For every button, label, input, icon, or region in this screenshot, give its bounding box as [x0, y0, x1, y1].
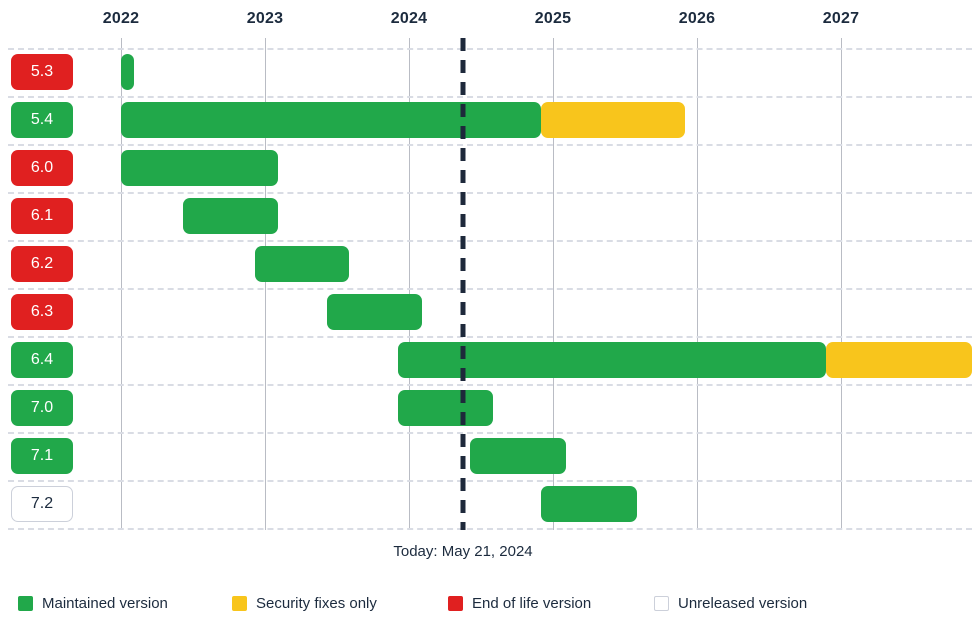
legend-item-eol[interactable]: End of life version [448, 592, 591, 614]
x-axis-tick-2027: 2027 [822, 10, 860, 27]
version-badge-6.1[interactable]: 6.1 [11, 198, 73, 234]
version-badge-6.4[interactable]: 6.4 [11, 342, 73, 378]
x-axis-tick-2025: 2025 [534, 10, 572, 27]
version-badge-7.1[interactable]: 7.1 [11, 438, 73, 474]
chart-legend: Maintained version Security fixes only End… [0, 592, 972, 622]
version-badge-7.0[interactable]: 7.0 [11, 390, 73, 426]
row-separator [8, 528, 972, 530]
legend-label: Unreleased version [678, 594, 808, 612]
timeline-row: 7.0 [0, 384, 972, 432]
legend-item-maintained[interactable]: Maintained version [18, 592, 168, 614]
legend-label: End of life version [472, 594, 592, 612]
timeline-row: 5.4 [0, 96, 972, 144]
x-axis-tick-2026: 2026 [678, 10, 716, 27]
version-badge-5.4[interactable]: 5.4 [11, 102, 73, 138]
version-badge-5.3[interactable]: 5.3 [11, 54, 73, 90]
x-axis-tick-2022: 2022 [102, 10, 140, 27]
timeline-bar-5.3-maintained[interactable] [121, 54, 134, 90]
timeline-row: 7.2 [0, 480, 972, 528]
timeline-row: 6.1 [0, 192, 972, 240]
version-badge-7.2[interactable]: 7.2 [11, 486, 73, 522]
x-axis-tick-2023: 2023 [246, 10, 284, 27]
timeline-bar-6.2-maintained[interactable] [255, 246, 349, 282]
version-badge-6.0[interactable]: 6.0 [11, 150, 73, 186]
legend-label: Maintained version [42, 594, 168, 612]
x-axis-year-labels: 2022 2023 2024 2025 2026 2027 [0, 0, 972, 48]
timeline-bar-6.3-maintained[interactable] [327, 294, 422, 330]
timeline-row: 6.2 [0, 240, 972, 288]
timeline-bar-7.1-maintained[interactable] [470, 438, 566, 474]
version-badge-6.3[interactable]: 6.3 [11, 294, 73, 330]
timeline-row: 6.0 [0, 144, 972, 192]
legend-swatch-security-icon [232, 595, 247, 611]
timeline-bar-6.4-security[interactable] [826, 342, 972, 378]
today-marker-line [460, 38, 466, 530]
timeline-bar-6.0-maintained[interactable] [121, 150, 278, 186]
legend-swatch-maintained-icon [18, 595, 33, 611]
timeline-bar-7.2-maintained[interactable] [541, 486, 637, 522]
timeline-bar-5.4-maintained[interactable] [121, 102, 541, 138]
timeline-bar-7.0-maintained[interactable] [398, 390, 493, 426]
legend-swatch-unreleased-icon [654, 595, 669, 611]
legend-label: Security fixes only [256, 594, 377, 612]
x-axis-tick-2024: 2024 [390, 10, 428, 27]
timeline-row: 6.4 [0, 336, 972, 384]
timeline-row: 6.3 [0, 288, 972, 336]
today-caption: Today: May 21, 2024 [393, 543, 533, 560]
version-badge-6.2[interactable]: 6.2 [11, 246, 73, 282]
version-support-timeline-chart: 2022 2023 2024 2025 2026 2027 5.3 5.4 6.0 6.1 6.2… [0, 0, 972, 622]
timeline-row: 7.1 [0, 432, 972, 480]
timeline-bar-5.4-security[interactable] [541, 102, 685, 138]
timeline-bar-6.1-maintained[interactable] [183, 198, 278, 234]
legend-swatch-eol-icon [448, 595, 463, 611]
legend-item-unreleased[interactable]: Unreleased version [654, 592, 807, 614]
timeline-row: 5.3 [0, 48, 972, 96]
legend-item-security[interactable]: Security fixes only [232, 592, 377, 614]
chart-plot-area: 5.3 5.4 6.0 6.1 6.2 6.3 6.4 7.0 7.1 7.2 [0, 38, 972, 540]
